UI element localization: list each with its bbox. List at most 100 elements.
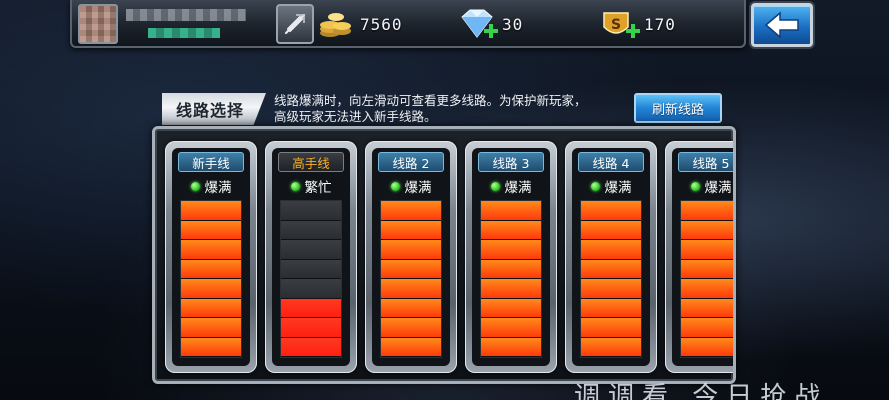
gauge-segment — [281, 240, 341, 259]
player-level-bar — [148, 28, 220, 38]
line-load-gauge — [180, 200, 242, 358]
gauge-segment — [481, 279, 541, 298]
status-dot-icon — [690, 181, 700, 191]
line-status: 爆满 — [578, 176, 644, 196]
line-status: 爆满 — [478, 176, 544, 196]
line-name: 线路 2 — [378, 152, 444, 172]
line-card-inner: 线路 5 爆满 — [672, 148, 733, 366]
diamond-counter[interactable]: 30 — [456, 6, 523, 42]
gauge-segment — [281, 220, 341, 239]
line-load-gauge — [580, 200, 642, 358]
player-name-blurred — [126, 9, 246, 21]
panel-title: 线路选择 — [176, 101, 245, 120]
gauge-segment — [281, 298, 341, 317]
line-load-gauge — [680, 200, 733, 358]
gauge-segment — [581, 259, 641, 278]
line-card[interactable]: 线路 4 爆满 — [565, 141, 657, 373]
line-card-list: 新手线 爆满 高手线 繁忙 线路 2 爆满 线路 3 爆满 线路 4 爆满 线路 5 爆满 — [165, 141, 733, 377]
line-name: 线路 5 — [678, 152, 733, 172]
gold-counter: 7560 — [318, 6, 403, 42]
line-card-inner: 高手线繁忙 — [272, 148, 350, 366]
line-selection-frame[interactable]: 新手线 爆满 高手线 繁忙 线路 2 爆满 线路 3 爆满 线路 4 爆满 线路 5 爆满 — [152, 126, 736, 384]
gauge-segment — [381, 240, 441, 259]
gauge-segment — [381, 279, 441, 298]
line-status: 繁忙 — [278, 176, 344, 196]
gauge-segment — [281, 318, 341, 337]
gauge-segment — [381, 337, 441, 356]
gauge-segment — [181, 318, 241, 337]
gauge-segment — [381, 298, 441, 317]
gauge-segment — [381, 201, 441, 220]
gauge-segment — [481, 318, 541, 337]
gauge-segment — [281, 337, 341, 356]
line-card[interactable]: 线路 2 爆满 — [365, 141, 457, 373]
gauge-segment — [381, 318, 441, 337]
line-status-text: 爆满 — [704, 180, 732, 196]
gauge-segment — [181, 279, 241, 298]
gauge-segment — [281, 259, 341, 278]
line-name: 新手线 — [178, 152, 244, 172]
feather-icon-button[interactable] — [276, 4, 314, 44]
gauge-segment — [581, 201, 641, 220]
refresh-lines-button[interactable]: 刷新线路 — [634, 93, 722, 123]
gauge-segment — [581, 220, 641, 239]
gauge-segment — [581, 318, 641, 337]
feather-icon — [284, 13, 306, 35]
line-card-inner: 新手线爆满 — [172, 148, 250, 366]
line-status-text: 爆满 — [604, 180, 632, 196]
gauge-segment — [481, 259, 541, 278]
arrow-left-icon — [764, 11, 799, 39]
status-dot-icon — [390, 181, 400, 191]
line-card[interactable]: 线路 3 爆满 — [465, 141, 557, 373]
gauge-segment — [381, 259, 441, 278]
line-card-inner: 线路 2 爆满 — [372, 148, 450, 366]
watermark-text: 调调看 今日抢战 — [574, 382, 829, 400]
line-status-text: 爆满 — [204, 180, 232, 196]
gauge-segment — [181, 337, 241, 356]
line-load-gauge — [280, 200, 342, 358]
notice-line-2: 高级玩家无法进入新手线路。 — [274, 109, 437, 124]
gauge-segment — [481, 240, 541, 259]
back-button[interactable] — [751, 3, 813, 47]
gauge-segment — [481, 220, 541, 239]
line-card-inner: 线路 4 爆满 — [572, 148, 650, 366]
honor-badge-plus-icon: S — [603, 12, 640, 38]
gauge-segment — [281, 201, 341, 220]
status-dot-icon — [590, 181, 600, 191]
honor-amount: 170 — [644, 14, 676, 34]
gauge-segment — [381, 220, 441, 239]
diamond-amount: 30 — [502, 14, 524, 34]
line-name: 线路 3 — [478, 152, 544, 172]
line-load-gauge — [480, 200, 542, 358]
gauge-segment — [481, 201, 541, 220]
line-card[interactable]: 新手线爆满 — [165, 141, 257, 373]
line-card[interactable]: 线路 5 爆满 — [665, 141, 733, 373]
gold-amount: 7560 — [360, 14, 403, 34]
line-status-text: 繁忙 — [304, 180, 332, 196]
gauge-segment — [181, 201, 241, 220]
line-status: 爆满 — [678, 176, 733, 196]
player-avatar[interactable] — [78, 4, 118, 44]
line-name: 线路 4 — [578, 152, 644, 172]
line-status-text: 爆满 — [504, 180, 532, 196]
line-status: 爆满 — [378, 176, 444, 196]
notice-text: 线路爆满时，向左滑动可查看更多线路。为保护新玩家， 高级玩家无法进入新手线路。 — [274, 93, 624, 125]
notice-line-1: 线路爆满时，向左滑动可查看更多线路。为保护新玩家， — [274, 93, 587, 108]
gauge-segment — [681, 337, 733, 356]
gauge-segment — [281, 279, 341, 298]
line-card[interactable]: 高手线繁忙 — [265, 141, 357, 373]
honor-counter[interactable]: S 170 — [598, 6, 676, 42]
gauge-segment — [681, 259, 733, 278]
gauge-segment — [681, 240, 733, 259]
gauge-segment — [581, 240, 641, 259]
gauge-segment — [181, 298, 241, 317]
line-name: 高手线 — [278, 152, 344, 172]
gauge-segment — [181, 259, 241, 278]
status-dot-icon — [490, 181, 500, 191]
line-status-text: 爆满 — [404, 180, 432, 196]
line-card-inner: 线路 3 爆满 — [472, 148, 550, 366]
gauge-segment — [181, 240, 241, 259]
diamond-plus-icon — [461, 9, 498, 38]
line-load-gauge — [380, 200, 442, 358]
gauge-segment — [681, 318, 733, 337]
